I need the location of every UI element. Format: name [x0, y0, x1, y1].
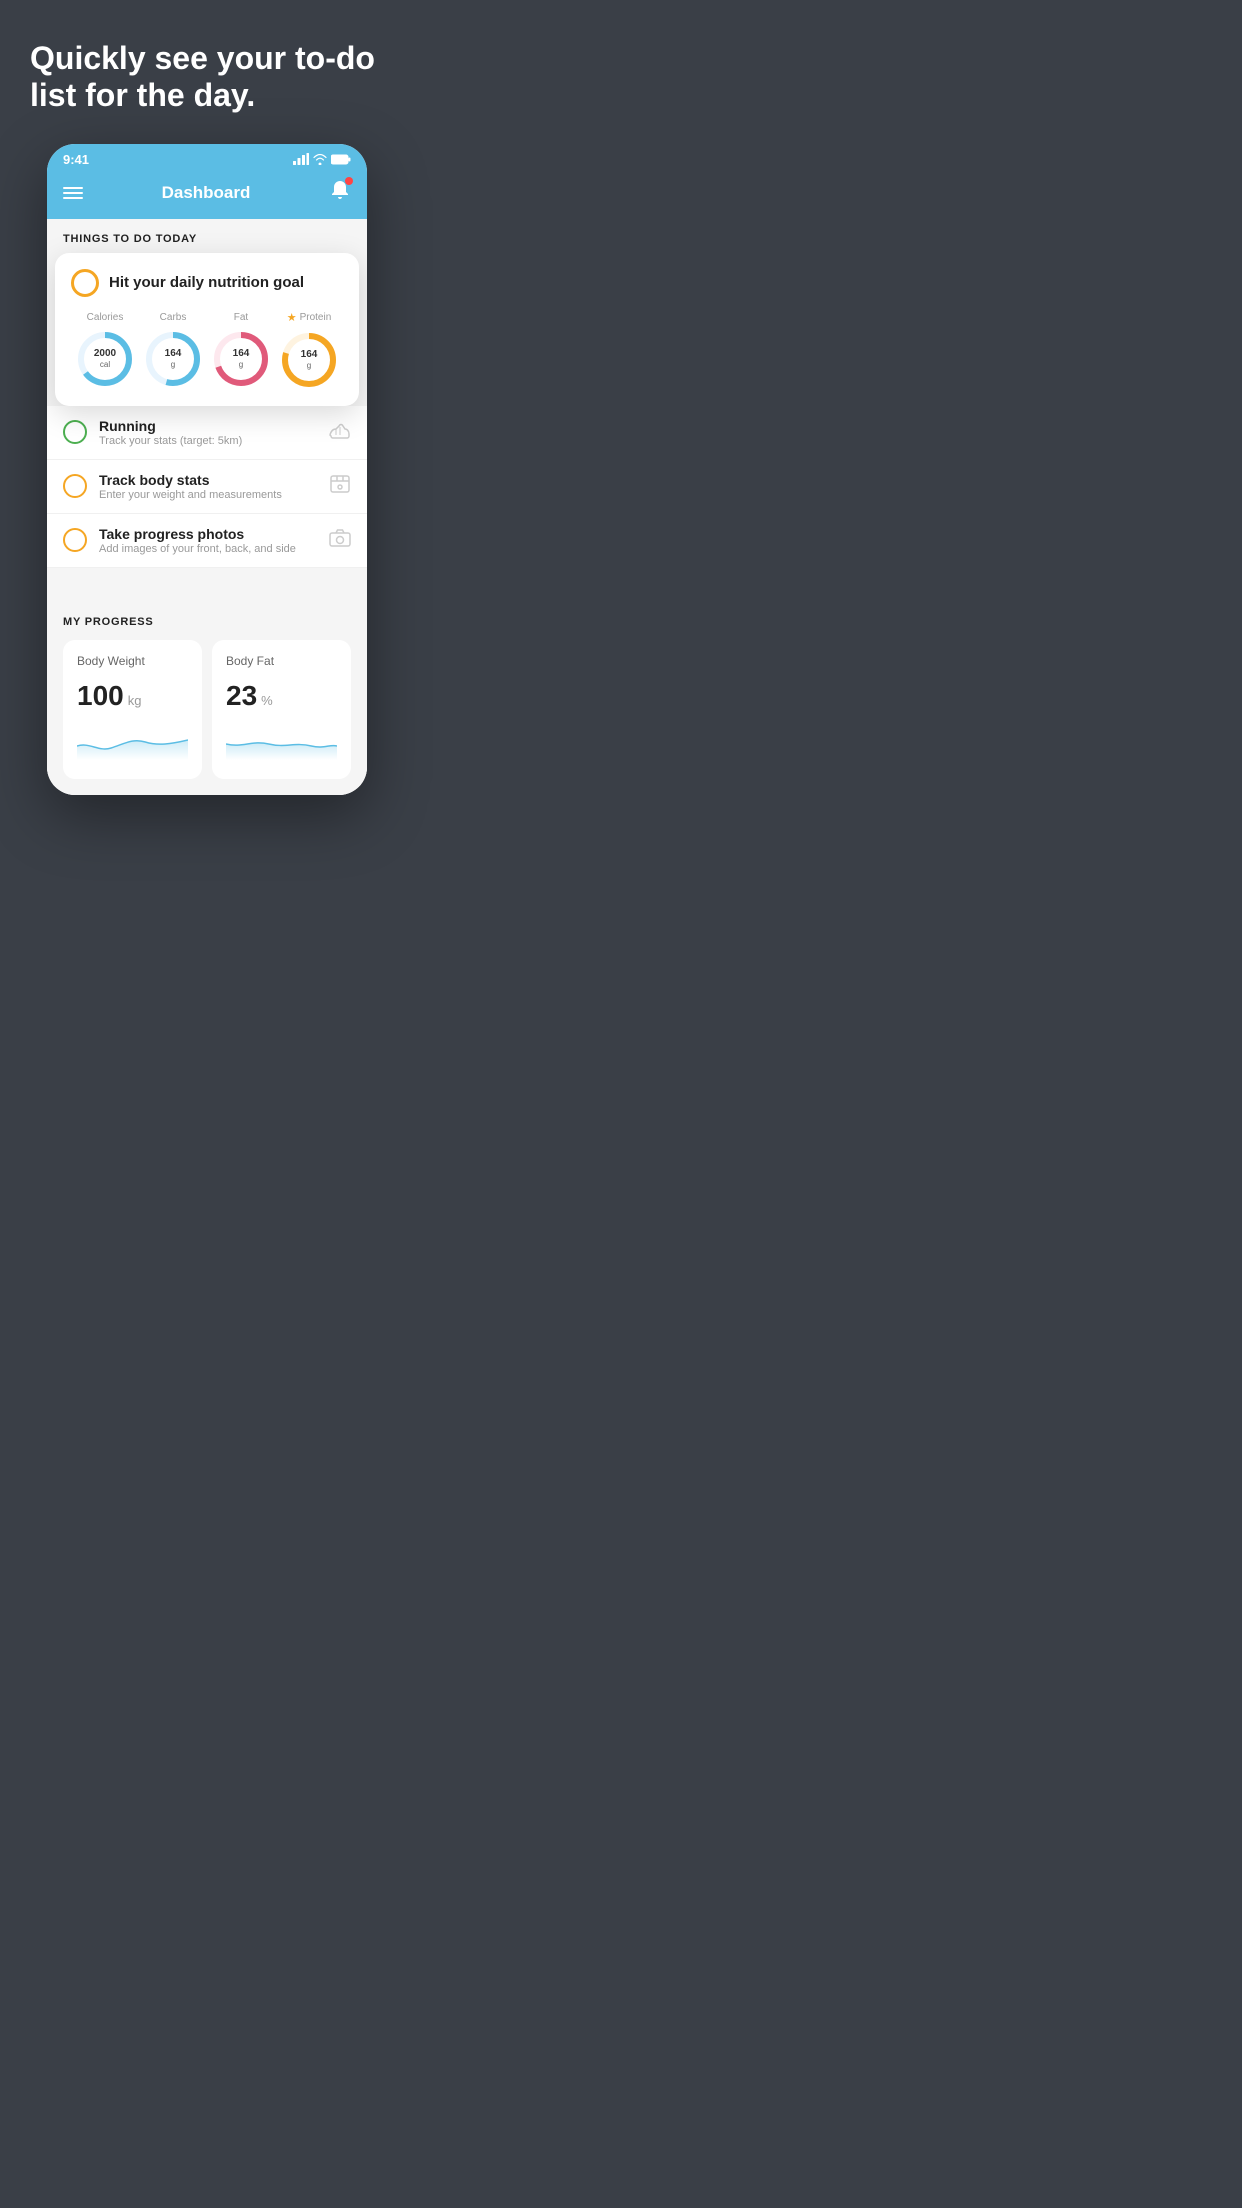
body-fat-number: 23: [226, 680, 257, 712]
progress-section: MY PROGRESS Body Weight 100 kg: [47, 600, 367, 795]
body-weight-title: Body Weight: [77, 654, 188, 668]
photos-subtitle: Add images of your front, back, and side: [99, 543, 317, 555]
protein-donut: 164g: [279, 330, 339, 390]
camera-icon: [329, 528, 351, 552]
body-weight-unit: kg: [128, 693, 142, 708]
calories-stat: Calories 2000cal: [75, 312, 135, 389]
battery-icon: [331, 154, 351, 165]
body-fat-value: 23 %: [226, 680, 337, 712]
protein-star-icon: ★: [287, 311, 297, 324]
running-text: Running Track your stats (target: 5km): [99, 418, 317, 447]
carbs-donut: 164g: [143, 329, 203, 389]
headline: Quickly see your to-do list for the day.: [0, 0, 414, 134]
body-weight-chart: [77, 724, 188, 760]
nutrition-card-header: Hit your daily nutrition goal: [71, 269, 343, 297]
todo-item-running[interactable]: Running Track your stats (target: 5km): [47, 406, 367, 460]
shoe-icon: [329, 421, 351, 444]
app-content: THINGS TO DO TODAY Hit your daily nutrit…: [47, 219, 367, 795]
carbs-label: Carbs: [143, 312, 203, 323]
fat-label: Fat: [211, 312, 271, 323]
photos-title: Take progress photos: [99, 526, 317, 542]
status-bar: 9:41: [47, 144, 367, 171]
body-fat-title: Body Fat: [226, 654, 337, 668]
todo-item-body-stats[interactable]: Track body stats Enter your weight and m…: [47, 460, 367, 514]
wifi-icon: [313, 154, 327, 165]
nutrition-stats: Calories 2000cal Carbs: [71, 311, 343, 390]
bell-button[interactable]: [329, 179, 351, 207]
background: Quickly see your to-do list for the day.…: [0, 0, 414, 835]
body-weight-value: 100 kg: [77, 680, 188, 712]
body-stats-check[interactable]: [63, 474, 87, 498]
body-fat-chart: [226, 724, 337, 760]
nav-bar: Dashboard: [47, 171, 367, 219]
body-weight-number: 100: [77, 680, 124, 712]
protein-stat: ★ Protein 164g: [279, 311, 339, 390]
calories-label: Calories: [75, 312, 135, 323]
body-weight-card: Body Weight 100 kg: [63, 640, 202, 779]
nutrition-title: Hit your daily nutrition goal: [109, 274, 304, 291]
notification-dot: [345, 177, 353, 185]
body-fat-card: Body Fat 23 %: [212, 640, 351, 779]
signal-icon: [293, 153, 309, 165]
status-time: 9:41: [63, 152, 89, 167]
hamburger-menu[interactable]: [63, 187, 83, 199]
body-stats-text: Track body stats Enter your weight and m…: [99, 472, 317, 501]
body-fat-unit: %: [261, 693, 273, 708]
phone-mockup: 9:41: [47, 144, 367, 795]
scale-icon: [329, 473, 351, 500]
status-icons: [293, 153, 351, 165]
spacer: [47, 568, 367, 600]
running-title: Running: [99, 418, 317, 434]
fat-stat: Fat 164g: [211, 312, 271, 389]
running-subtitle: Track your stats (target: 5km): [99, 435, 317, 447]
progress-cards: Body Weight 100 kg: [63, 640, 351, 779]
things-to-do-header: THINGS TO DO TODAY: [47, 219, 367, 253]
nutrition-check-circle[interactable]: [71, 269, 99, 297]
nutrition-card: Hit your daily nutrition goal Calories 2…: [55, 253, 359, 406]
carbs-stat: Carbs 164g: [143, 312, 203, 389]
body-stats-subtitle: Enter your weight and measurements: [99, 489, 317, 501]
body-stats-title: Track body stats: [99, 472, 317, 488]
protein-label: ★ Protein: [279, 311, 339, 324]
fat-donut: 164g: [211, 329, 271, 389]
todo-list: Running Track your stats (target: 5km): [47, 406, 367, 568]
progress-header: MY PROGRESS: [63, 616, 351, 628]
photos-check[interactable]: [63, 528, 87, 552]
calories-donut: 2000cal: [75, 329, 135, 389]
running-check[interactable]: [63, 420, 87, 444]
todo-item-photos[interactable]: Take progress photos Add images of your …: [47, 514, 367, 568]
photos-text: Take progress photos Add images of your …: [99, 526, 317, 555]
nav-title: Dashboard: [162, 183, 251, 203]
